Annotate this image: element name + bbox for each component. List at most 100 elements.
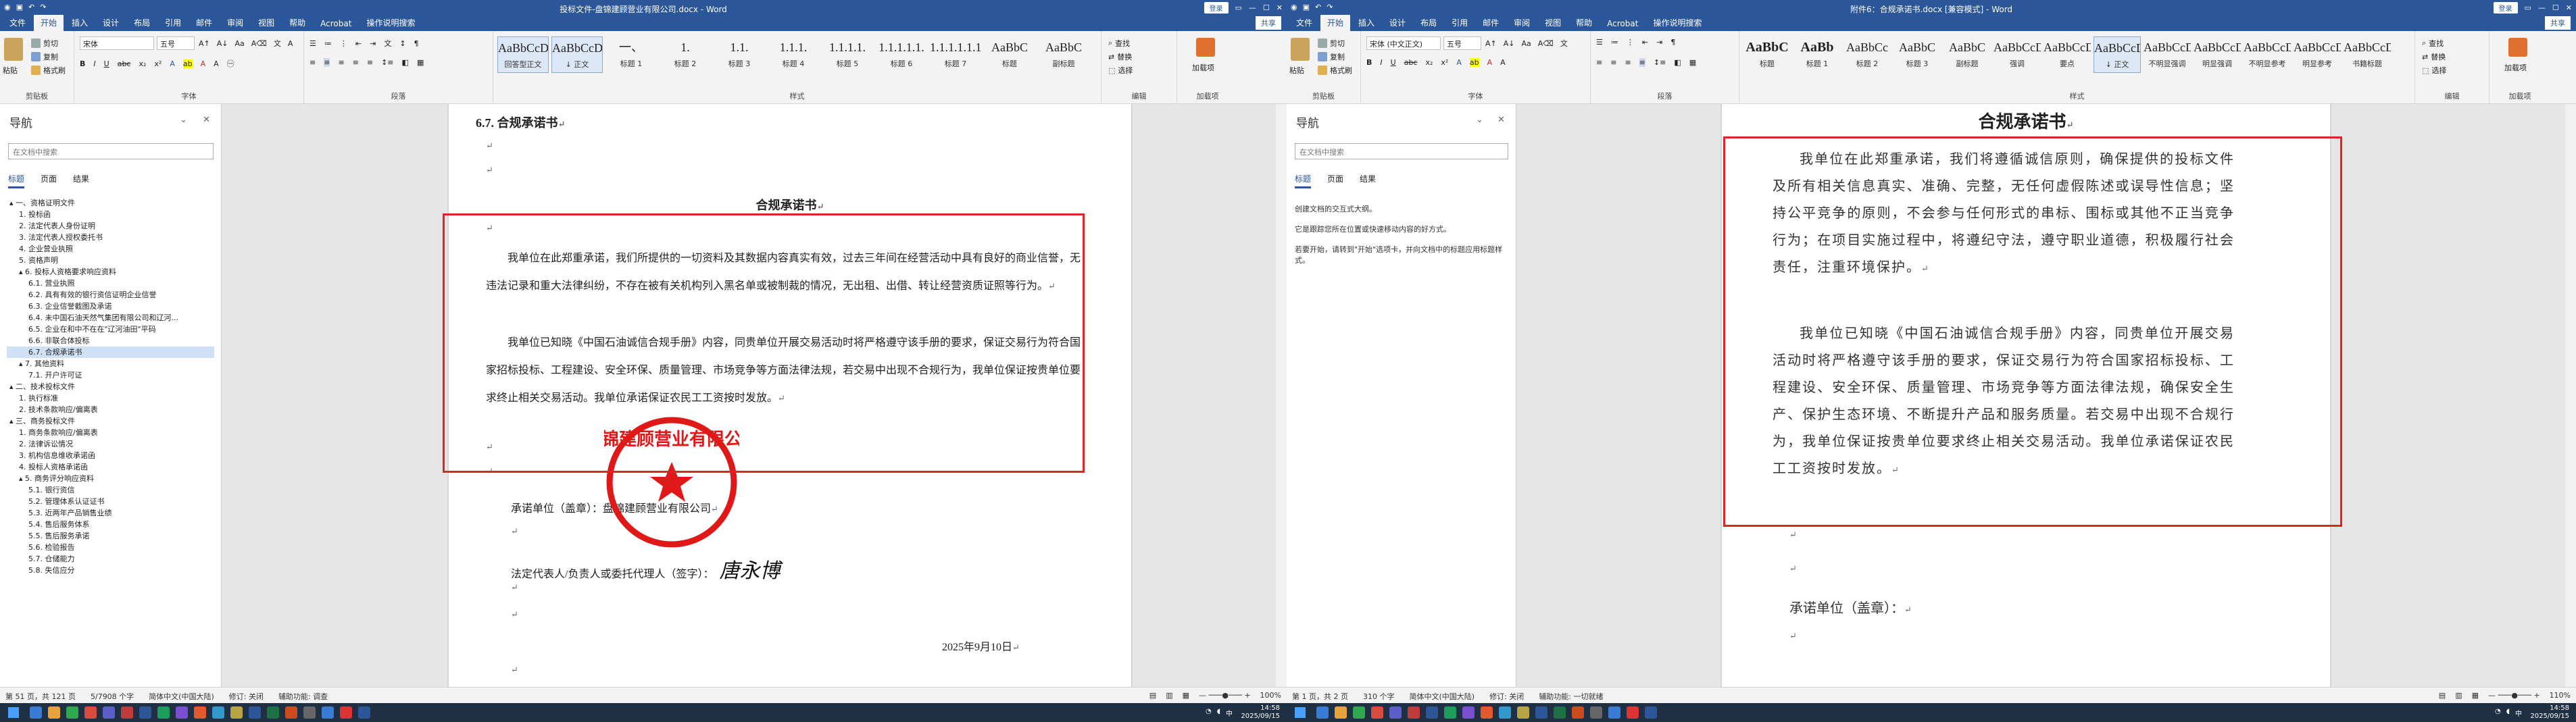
pinyin-icon[interactable]: 文 (274, 38, 281, 49)
close-icon[interactable]: ✕ (1277, 3, 1283, 12)
taskbar-app-icon[interactable] (267, 706, 279, 719)
grow-font-icon[interactable]: A↑ (199, 39, 210, 48)
track-changes[interactable]: 修订: 关闭 (229, 691, 264, 702)
cut-button[interactable]: 剪切 (31, 38, 58, 49)
addin-icon[interactable] (2508, 38, 2527, 57)
zoom-slider[interactable]: — ───●─── + (2488, 691, 2540, 700)
tab-3[interactable]: 设计 (96, 15, 126, 31)
maximize-icon[interactable]: ☐ (2552, 3, 2559, 12)
nav-heading-item[interactable]: 5.5. 售后服务承诺 (7, 530, 214, 542)
tab-11[interactable]: 操作说明搜索 (360, 15, 422, 31)
char-border-icon[interactable]: A (288, 39, 293, 48)
style-item[interactable]: AaBbC 标题 (984, 36, 1035, 73)
nav-heading-item[interactable]: 2. 技术条款响应/偏离表 (7, 404, 214, 415)
taskbar-app-icon[interactable] (1554, 706, 1566, 719)
superscript-icon[interactable]: x² (154, 59, 162, 68)
taskbar-app-icon[interactable] (1444, 706, 1456, 719)
zoom-level[interactable]: 110% (2550, 691, 2571, 700)
paste-icon[interactable] (1291, 38, 1310, 61)
taskbar-app-icon[interactable] (322, 706, 334, 719)
taskbar-app-icon[interactable] (1371, 706, 1383, 719)
paste-button[interactable]: 粘贴 (3, 65, 18, 76)
nav-search-input[interactable]: 在文档中搜索 (1295, 143, 1508, 159)
pinyin-icon[interactable]: 文 (1560, 38, 1568, 49)
clock[interactable]: 14:58 2025/09/15 (2530, 704, 2569, 721)
align-center-icon[interactable]: ≡ (1610, 58, 1616, 67)
nav-heading-item[interactable]: 7.1. 开户许可证 (7, 369, 214, 381)
nav-tab-0[interactable]: 标题 (8, 173, 25, 188)
taskbar-app-icon[interactable] (230, 706, 243, 719)
login-button[interactable]: 登录 (2493, 2, 2518, 14)
network-icon[interactable]: ◔ (2495, 708, 2501, 718)
nav-heading-item[interactable]: 5.7. 仓储能力 (7, 553, 214, 565)
taskbar-app-icon[interactable] (1499, 706, 1511, 719)
font-name-box[interactable]: 宋体 (中文正文) (1366, 36, 1441, 50)
borders-icon[interactable]: ▦ (1689, 58, 1696, 67)
bold-icon[interactable]: B (1366, 58, 1372, 67)
ribbon-options-icon[interactable]: ▭ (1235, 3, 1242, 12)
cut-button[interactable]: 剪切 (1318, 38, 1345, 49)
nav-heading-item[interactable]: ▴ 三、商务投标文件 (7, 415, 214, 427)
increase-indent-icon[interactable]: ⇥ (1656, 38, 1662, 47)
taskbar-app-icon[interactable] (340, 706, 352, 719)
style-item[interactable]: 1.1.1.1.1. 标题 6 (876, 36, 927, 73)
text-effects-icon[interactable]: A (1456, 58, 1462, 67)
language-indicator[interactable]: 简体中文(中国大陆) (1409, 691, 1475, 702)
maximize-icon[interactable]: ☐ (1263, 3, 1270, 12)
nav-heading-item[interactable]: 6.7. 合规承诺书 (7, 346, 214, 358)
nav-options-icon[interactable]: ⌄ (1476, 115, 1483, 125)
align-left-icon[interactable]: ≡ (309, 58, 316, 67)
accessibility-status[interactable]: 辅助功能: 调查 (278, 691, 328, 702)
bullets-icon[interactable]: ☰ (1596, 38, 1603, 47)
align-left-icon[interactable]: ≡ (1596, 58, 1602, 67)
taskbar-app-icon[interactable] (176, 706, 188, 719)
paste-icon[interactable] (4, 38, 23, 61)
align-center-icon[interactable]: ≡ (324, 58, 330, 67)
style-item[interactable]: AaBbCcDd 不明显参考 (2244, 36, 2291, 73)
taskbar-app-icon[interactable] (1462, 706, 1475, 719)
view-print-icon[interactable]: ▥ (2455, 691, 2462, 700)
taskbar-app-icon[interactable] (1645, 706, 1657, 719)
addin-icon[interactable] (1196, 38, 1215, 57)
start-icon[interactable] (8, 707, 19, 718)
taskbar-app-icon[interactable] (303, 706, 316, 719)
show-marks-icon[interactable]: ¶ (414, 39, 419, 48)
taskbar-app-icon[interactable] (66, 706, 78, 719)
style-item[interactable]: 1. 标题 2 (660, 36, 711, 73)
nav-heading-item[interactable]: 4. 投标人资格承诺函 (7, 461, 214, 473)
underline-icon[interactable]: U (104, 59, 109, 68)
nav-tab-1[interactable]: 页面 (41, 173, 57, 188)
select-button[interactable]: ⬚ 选择 (2422, 65, 2446, 76)
taskbar-app-icon[interactable] (1408, 706, 1420, 719)
nav-heading-item[interactable]: 2. 法律诉讼情况 (7, 438, 214, 450)
tab-8[interactable]: 视图 (1538, 15, 1568, 31)
tab-3[interactable]: 设计 (1383, 15, 1412, 31)
nav-heading-item[interactable]: ▴ 6. 投标人资格要求响应资料 (7, 266, 214, 278)
style-item[interactable]: AaBbCcDd 不明显强调 (2144, 36, 2191, 73)
justify-icon[interactable]: ≡ (1639, 58, 1645, 67)
tab-4[interactable]: 布局 (1414, 15, 1443, 31)
style-item[interactable]: AaBbC 标题 (1743, 36, 1791, 73)
nav-heading-item[interactable]: 1. 商务条款响应/偏离表 (7, 427, 214, 438)
tab-9[interactable]: 帮助 (282, 15, 312, 31)
copy-button[interactable]: 复制 (1318, 51, 1345, 62)
nav-heading-item[interactable]: 4. 企业营业执照 (7, 243, 214, 255)
italic-icon[interactable]: I (1380, 58, 1382, 67)
taskbar-app-icon[interactable] (1590, 706, 1602, 719)
subscript-icon[interactable]: x₂ (1425, 58, 1433, 67)
nav-heading-item[interactable]: 3. 法定代表人授权委托书 (7, 232, 214, 243)
style-item[interactable]: AaBbCcDd 要点 (2044, 36, 2091, 73)
nav-heading-item[interactable]: 5. 资格声明 (7, 255, 214, 266)
shading-icon[interactable]: ◧ (1674, 58, 1681, 67)
clear-format-icon[interactable]: A⌫ (1538, 39, 1554, 48)
nav-tab-1[interactable]: 页面 (1327, 173, 1343, 188)
language-indicator[interactable]: 简体中文(中国大陆) (149, 691, 214, 702)
strike-icon[interactable]: abc (1404, 58, 1418, 67)
minimize-icon[interactable]: — (2538, 3, 2546, 12)
font-color-icon[interactable]: A (201, 59, 206, 68)
justify-icon[interactable]: ≡ (353, 58, 359, 67)
replace-button[interactable]: ⇄ 替换 (2422, 51, 2446, 62)
nav-close-icon[interactable]: ✕ (203, 115, 210, 125)
style-item[interactable]: AaBbC 标题 3 (1893, 36, 1941, 73)
char-shading-icon[interactable]: A (1500, 58, 1506, 67)
